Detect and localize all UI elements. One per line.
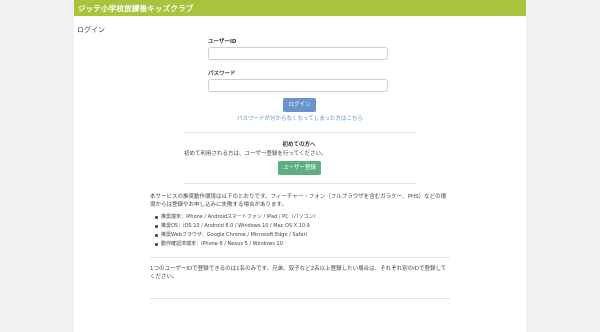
first-time-description: 初めて利用される方は、ユーザー登録を行ってください。 (184, 151, 327, 157)
divider (150, 298, 450, 299)
bullet-icon (155, 225, 158, 228)
bullet-icon (155, 234, 158, 237)
page-title: ログイン (77, 26, 105, 34)
user-id-input[interactable] (208, 47, 388, 60)
list-item: 推奨OS：iOS 10 / Android 6.0 / Windows 10 /… (154, 222, 319, 231)
password-label: パスワード (208, 71, 236, 77)
bullet-icon (155, 216, 158, 219)
list-item: 推奨端末：iPhone / Androidスマートフォン / iPad / PC… (154, 213, 319, 222)
register-button[interactable]: ユーザー登録 (278, 161, 321, 175)
bullet-icon (155, 243, 158, 246)
login-button[interactable]: ログイン (283, 98, 316, 112)
page-container: ジッテ小学校放課後キッズクラブ ログイン ユーザーID パスワード ログイン パ… (74, 0, 526, 332)
registration-note: 1つのユーザーIDで登録できるのは1名のみです。兄弟、双子など2名以上登録したい… (150, 266, 447, 280)
environment-intro: 本サービスの推奨動作環境は以下のとおりです。フィーチャー・フォン（フルブラウザを… (150, 194, 447, 208)
environment-list: 推奨端末：iPhone / Androidスマートフォン / iPad / PC… (154, 213, 319, 249)
list-item: 動作確認済端末：iPhone 6 / Nexus 5 / Windows 10 (154, 240, 319, 249)
user-id-label: ユーザーID (208, 39, 237, 45)
divider (150, 257, 450, 258)
site-title[interactable]: ジッテ小学校放課後キッズクラブ (78, 3, 194, 14)
divider (184, 183, 416, 184)
list-item: 推奨Webブラウザ：Google Chrome / Microsoft Edge… (154, 231, 319, 240)
site-header: ジッテ小学校放課後キッズクラブ (74, 0, 526, 16)
first-time-title: 初めての方へ (282, 142, 316, 148)
divider (184, 132, 416, 133)
password-input[interactable] (208, 79, 388, 92)
forgot-password-link[interactable]: パスワードが分からなくなってしまった方はこちら (236, 114, 364, 122)
